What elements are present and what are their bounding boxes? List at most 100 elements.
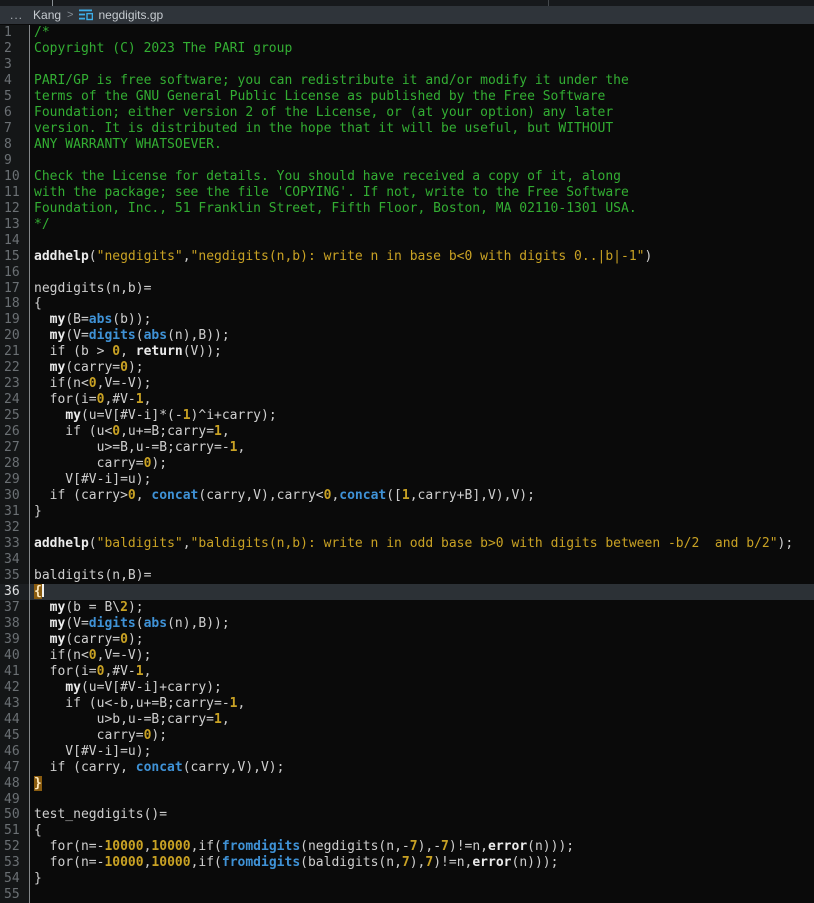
code-line[interactable]: 27 u>=B,u-=B;carry=-1,: [0, 440, 814, 456]
code-line[interactable]: 51{: [0, 823, 814, 839]
code-line[interactable]: 40 if(n<0,V=-V);: [0, 648, 814, 664]
code-line[interactable]: 10Check the License for details. You sho…: [0, 169, 814, 185]
line-number[interactable]: 10: [0, 169, 30, 185]
line-number[interactable]: 30: [0, 488, 30, 504]
line-number[interactable]: 16: [0, 265, 30, 281]
line-number[interactable]: 17: [0, 281, 30, 297]
line-number[interactable]: 28: [0, 456, 30, 472]
code-line[interactable]: 21 if (b > 0, return(V));: [0, 344, 814, 360]
line-number[interactable]: 4: [0, 73, 30, 89]
code-line[interactable]: 39 my(carry=0);: [0, 632, 814, 648]
code-line[interactable]: 17negdigits(n,b)=: [0, 281, 814, 297]
code-line[interactable]: 42 my(u=V[#V-i]+carry);: [0, 680, 814, 696]
line-number[interactable]: 42: [0, 680, 30, 696]
line-number[interactable]: 51: [0, 823, 30, 839]
line-number[interactable]: 46: [0, 744, 30, 760]
line-number[interactable]: 50: [0, 807, 30, 823]
code-line[interactable]: 46 V[#V-i]=u);: [0, 744, 814, 760]
code-line[interactable]: 44 u>b,u-=B;carry=1,: [0, 712, 814, 728]
line-number[interactable]: 49: [0, 792, 30, 808]
line-number[interactable]: 23: [0, 376, 30, 392]
code-line[interactable]: 4PARI/GP is free software; you can redis…: [0, 73, 814, 89]
code-line[interactable]: 26 if (u<0,u+=B;carry=1,: [0, 424, 814, 440]
line-number[interactable]: 48: [0, 776, 30, 792]
line-number[interactable]: 37: [0, 600, 30, 616]
line-number[interactable]: 8: [0, 137, 30, 153]
code-line[interactable]: 48}: [0, 776, 814, 792]
code-line[interactable]: 54}: [0, 871, 814, 887]
code-line[interactable]: 55: [0, 887, 814, 903]
breadcrumb-folder[interactable]: Kang: [33, 8, 61, 22]
code-line[interactable]: 16: [0, 265, 814, 281]
line-number[interactable]: 52: [0, 839, 30, 855]
line-number[interactable]: 27: [0, 440, 30, 456]
code-line[interactable]: 6Foundation; either version 2 of the Lic…: [0, 105, 814, 121]
code-line[interactable]: 23 if(n<0,V=-V);: [0, 376, 814, 392]
line-number[interactable]: 44: [0, 712, 30, 728]
line-number[interactable]: 36: [0, 584, 30, 600]
code-editor[interactable]: 1/*2Copyright (C) 2023 The PARI group34P…: [0, 24, 814, 903]
code-line[interactable]: 52 for(n=-10000,10000,if(fromdigits(negd…: [0, 839, 814, 855]
code-line[interactable]: 43 if (u<-b,u+=B;carry=-1,: [0, 696, 814, 712]
line-number[interactable]: 53: [0, 855, 30, 871]
line-number[interactable]: 1: [0, 25, 30, 41]
line-number[interactable]: 38: [0, 616, 30, 632]
code-line[interactable]: 34: [0, 552, 814, 568]
code-line[interactable]: 50test_negdigits()=: [0, 807, 814, 823]
code-line[interactable]: 13*/: [0, 217, 814, 233]
code-line[interactable]: 12Foundation, Inc., 51 Franklin Street, …: [0, 201, 814, 217]
code-line[interactable]: 47 if (carry, concat(carry,V),V);: [0, 760, 814, 776]
line-number[interactable]: 33: [0, 536, 30, 552]
code-line[interactable]: 5terms of the GNU General Public License…: [0, 89, 814, 105]
line-number[interactable]: 21: [0, 344, 30, 360]
code-line[interactable]: 45 carry=0);: [0, 728, 814, 744]
code-line[interactable]: 29 V[#V-i]=u);: [0, 472, 814, 488]
code-line[interactable]: 33addhelp("baldigits","baldigits(n,b): w…: [0, 536, 814, 552]
code-line[interactable]: 1/*: [0, 25, 814, 41]
code-line[interactable]: 14: [0, 233, 814, 249]
line-number[interactable]: 19: [0, 312, 30, 328]
code-line[interactable]: 18{: [0, 296, 814, 312]
line-number[interactable]: 13: [0, 217, 30, 233]
code-line[interactable]: 11with the package; see the file 'COPYIN…: [0, 185, 814, 201]
line-number[interactable]: 25: [0, 408, 30, 424]
breadcrumb-overflow-button[interactable]: ...: [6, 8, 27, 22]
line-number[interactable]: 11: [0, 185, 30, 201]
line-number[interactable]: 22: [0, 360, 30, 376]
line-number[interactable]: 12: [0, 201, 30, 217]
code-line[interactable]: 36{: [0, 584, 814, 600]
code-line[interactable]: 32: [0, 520, 814, 536]
line-number[interactable]: 32: [0, 520, 30, 536]
line-number[interactable]: 31: [0, 504, 30, 520]
code-line[interactable]: 19 my(B=abs(b));: [0, 312, 814, 328]
line-number[interactable]: 26: [0, 424, 30, 440]
line-number[interactable]: 18: [0, 296, 30, 312]
line-number[interactable]: 34: [0, 552, 30, 568]
line-number[interactable]: 43: [0, 696, 30, 712]
code-line[interactable]: 22 my(carry=0);: [0, 360, 814, 376]
code-line[interactable]: 30 if (carry>0, concat(carry,V),carry<0,…: [0, 488, 814, 504]
code-line[interactable]: 28 carry=0);: [0, 456, 814, 472]
line-number[interactable]: 6: [0, 105, 30, 121]
code-line[interactable]: 9: [0, 153, 814, 169]
line-number[interactable]: 5: [0, 89, 30, 105]
code-line[interactable]: 24 for(i=0,#V-1,: [0, 392, 814, 408]
code-line[interactable]: 31}: [0, 504, 814, 520]
line-number[interactable]: 41: [0, 664, 30, 680]
line-number[interactable]: 14: [0, 233, 30, 249]
line-number[interactable]: 3: [0, 57, 30, 73]
code-line[interactable]: 2Copyright (C) 2023 The PARI group: [0, 41, 814, 57]
line-number[interactable]: 39: [0, 632, 30, 648]
line-number[interactable]: 45: [0, 728, 30, 744]
code-line[interactable]: 3: [0, 57, 814, 73]
code-line[interactable]: 35baldigits(n,B)=: [0, 568, 814, 584]
line-number[interactable]: 9: [0, 153, 30, 169]
code-line[interactable]: 38 my(V=digits(abs(n),B));: [0, 616, 814, 632]
code-line[interactable]: 15addhelp("negdigits","negdigits(n,b): w…: [0, 249, 814, 265]
code-line[interactable]: 49: [0, 792, 814, 808]
line-number[interactable]: 29: [0, 472, 30, 488]
line-number[interactable]: 47: [0, 760, 30, 776]
line-number[interactable]: 55: [0, 887, 30, 903]
code-line[interactable]: 37 my(b = B\2);: [0, 600, 814, 616]
line-number[interactable]: 54: [0, 871, 30, 887]
